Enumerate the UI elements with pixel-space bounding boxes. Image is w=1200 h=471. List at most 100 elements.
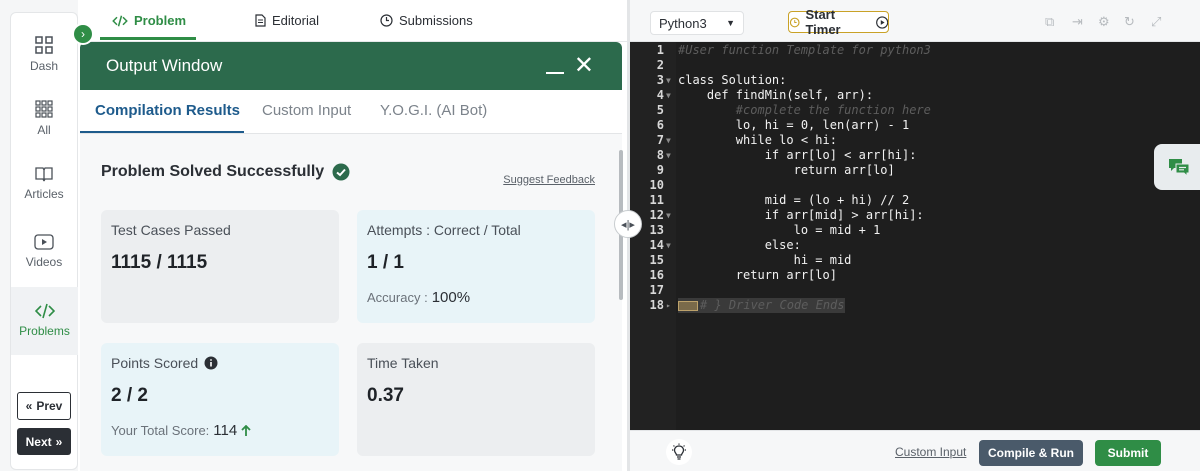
play-icon bbox=[34, 234, 54, 250]
custom-input-link[interactable]: Custom Input bbox=[895, 445, 966, 459]
document-icon bbox=[255, 14, 266, 27]
fold-arrow-icon[interactable]: ▼ bbox=[666, 133, 671, 148]
line-text: return arr[lo] bbox=[678, 163, 895, 177]
card-time-title: Time Taken bbox=[367, 355, 439, 371]
language-value: Python3 bbox=[659, 15, 707, 31]
line-number: 2 bbox=[656, 58, 664, 72]
line-text: while lo < hi: bbox=[678, 133, 837, 147]
book-icon bbox=[35, 167, 53, 182]
rail-label-problems: Problems bbox=[19, 324, 70, 338]
tab-yogi-ai-bot[interactable]: Y.O.G.I. (AI Bot) bbox=[380, 102, 487, 119]
tab-problem-label: Problem bbox=[134, 13, 187, 28]
output-window: Output Window ✕ Compilation Results Cust… bbox=[80, 42, 622, 471]
hint-bulb-icon[interactable] bbox=[666, 439, 692, 465]
export-icon[interactable]: ⇥ bbox=[1072, 14, 1083, 30]
line-number: 11 bbox=[649, 193, 664, 207]
editor-bottom-bar: Custom Input Compile & Run Submit bbox=[630, 430, 1200, 471]
fold-arrow-icon[interactable]: ▼ bbox=[666, 208, 671, 223]
expand-panel-button[interactable]: › bbox=[72, 23, 94, 45]
next-label: Next bbox=[25, 434, 52, 449]
line-text: else: bbox=[678, 238, 801, 252]
tab-compilation-results[interactable]: Compilation Results bbox=[95, 102, 240, 119]
prev-label: Prev bbox=[36, 399, 63, 413]
card-test-cases-value: 1115 / 1115 bbox=[111, 252, 208, 273]
copy-icon[interactable]: ⧉ bbox=[1045, 14, 1054, 30]
accuracy-label: Accuracy : bbox=[367, 290, 428, 305]
fold-arrow-icon[interactable]: ▼ bbox=[666, 148, 671, 163]
suggest-feedback-link[interactable]: Suggest Feedback bbox=[503, 174, 595, 186]
next-button[interactable]: Next » bbox=[17, 428, 71, 455]
total-score-label: Your Total Score: bbox=[111, 423, 210, 438]
line-text: def findMin(self, arr): bbox=[678, 88, 874, 102]
minimize-icon[interactable] bbox=[546, 60, 564, 74]
editor-toolbar: Python3 ▼ Start Timer ⧉ ⇥ ⚙ ↻ ⤢ bbox=[630, 0, 1200, 42]
line-number: 1 bbox=[656, 43, 664, 57]
start-timer-button[interactable]: Start Timer bbox=[788, 7, 889, 37]
line-number: 17 bbox=[649, 283, 664, 297]
prev-button[interactable]: « Prev bbox=[17, 392, 71, 420]
card-points-value: 2 / 2 bbox=[111, 385, 148, 406]
code-editor[interactable]: 1 #User function Template for python3 2 3… bbox=[630, 42, 1200, 430]
line-text: return arr[lo] bbox=[678, 268, 837, 282]
rail-label-articles: Articles bbox=[24, 187, 64, 201]
card-attempts: Attempts : Correct / Total 1 / 1 Accurac… bbox=[357, 210, 595, 323]
chat-icon bbox=[1169, 159, 1190, 177]
resize-handle-icon[interactable]: ◂|▸ bbox=[614, 210, 642, 238]
rail-label-videos: Videos bbox=[25, 255, 63, 269]
close-icon[interactable]: ✕ bbox=[574, 54, 594, 78]
rail-item-dash[interactable]: Dash bbox=[10, 36, 78, 78]
double-chevron-left-icon: « bbox=[25, 399, 33, 413]
rail-item-all[interactable]: All bbox=[10, 100, 78, 142]
compilation-results-panel: Problem Solved Successfully Suggest Feed… bbox=[80, 134, 622, 471]
line-text: #User function Template for python3 bbox=[678, 43, 931, 57]
line-text: hi = mid bbox=[678, 253, 852, 267]
line-text: lo = mid + 1 bbox=[678, 223, 881, 237]
settings-icon[interactable]: ⚙ bbox=[1098, 14, 1110, 30]
result-status-text: Problem Solved Successfully bbox=[101, 163, 325, 180]
line-text: class Solution: bbox=[678, 73, 787, 87]
play-circle-icon bbox=[875, 15, 888, 29]
total-score-row: Your Total Score: 114 bbox=[111, 422, 251, 439]
card-test-cases: Test Cases Passed 1115 / 1115 bbox=[101, 210, 339, 323]
chat-button[interactable] bbox=[1154, 144, 1200, 190]
rail-item-videos[interactable]: Videos bbox=[10, 234, 78, 276]
active-tab-indicator bbox=[100, 37, 196, 40]
reset-icon[interactable]: ↻ bbox=[1124, 14, 1135, 30]
line-number: 14 bbox=[649, 238, 664, 252]
dashboard-icon bbox=[35, 36, 53, 54]
code-icon bbox=[112, 15, 128, 26]
info-icon[interactable] bbox=[204, 356, 218, 370]
rail-item-articles[interactable]: Articles bbox=[10, 166, 78, 208]
line-text: lo, hi = 0, len(arr) - 1 bbox=[678, 118, 910, 132]
card-time-value: 0.37 bbox=[367, 385, 404, 406]
fold-arrow-icon[interactable]: ▼ bbox=[666, 73, 671, 88]
line-number: 3 bbox=[656, 73, 664, 87]
clock-icon bbox=[380, 14, 393, 27]
folded-region-marker[interactable] bbox=[678, 300, 698, 311]
rail-item-problems[interactable]: Problems bbox=[10, 287, 78, 355]
output-tabs: Compilation Results Custom Input Y.O.G.I… bbox=[80, 90, 622, 134]
line-number: 10 bbox=[649, 178, 664, 192]
fold-arrow-icon[interactable]: ▼ bbox=[666, 88, 671, 103]
line-number: 8 bbox=[656, 148, 664, 162]
grid-icon bbox=[35, 100, 53, 118]
line-number: 5 bbox=[656, 103, 664, 117]
folded-code-line[interactable]: # } Driver Code Ends bbox=[678, 298, 845, 313]
card-points-title-row: Points Scored bbox=[111, 355, 218, 371]
app-root: Dash All Articles Videos Problems « Prev… bbox=[0, 0, 1200, 471]
tab-problem[interactable]: Problem bbox=[112, 13, 186, 28]
fullscreen-icon[interactable]: ⤢ bbox=[1151, 14, 1161, 30]
double-chevron-right-icon: » bbox=[55, 434, 63, 449]
submit-button[interactable]: Submit bbox=[1095, 440, 1161, 466]
language-select[interactable]: Python3 ▼ bbox=[650, 11, 744, 35]
fold-arrow-icon[interactable]: ▼ bbox=[666, 238, 671, 253]
tab-custom-input[interactable]: Custom Input bbox=[262, 102, 351, 119]
compile-run-button[interactable]: Compile & Run bbox=[979, 440, 1083, 466]
tab-submissions[interactable]: Submissions bbox=[380, 13, 473, 28]
tab-editorial[interactable]: Editorial bbox=[255, 13, 319, 28]
caret-down-icon: ▼ bbox=[726, 18, 735, 28]
line-number: 9 bbox=[656, 163, 664, 177]
card-test-cases-title: Test Cases Passed bbox=[111, 222, 231, 238]
card-attempts-value: 1 / 1 bbox=[367, 252, 404, 273]
fold-arrow-icon[interactable]: ▸ bbox=[666, 298, 671, 313]
